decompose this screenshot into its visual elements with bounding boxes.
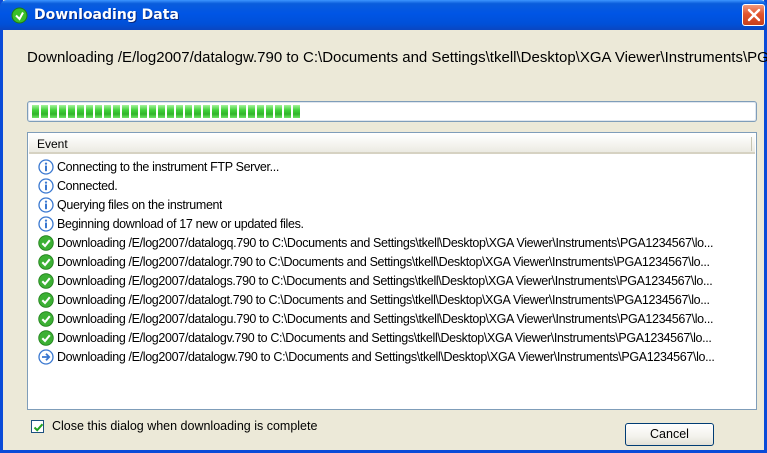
download-progress-bar <box>27 101 757 122</box>
progress-chunk <box>131 105 138 118</box>
check-icon <box>38 272 54 289</box>
progress-chunk <box>293 105 300 118</box>
progress-chunk <box>248 105 255 118</box>
download-app-icon <box>11 7 28 24</box>
event-row[interactable]: Querying files on the instrument <box>30 195 754 214</box>
check-icon <box>38 234 54 251</box>
progress-chunk <box>212 105 219 118</box>
close-when-complete-label: Close this dialog when downloading is co… <box>52 419 318 433</box>
event-list[interactable]: Event Connecting to the instrument FTP S… <box>27 132 757 410</box>
progress-chunk <box>77 105 84 118</box>
progress-fill <box>32 105 302 118</box>
info-icon <box>38 158 54 175</box>
close-when-complete-option[interactable]: Close this dialog when downloading is co… <box>31 419 317 433</box>
info-icon <box>38 196 54 213</box>
current-download-status: Downloading /E/log2007/datalogw.790 to C… <box>27 49 767 66</box>
download-dialog: Downloading Data Downloading /E/log2007/… <box>0 0 767 453</box>
event-text: Querying files on the instrument <box>57 197 223 212</box>
info-icon <box>38 177 54 194</box>
event-column-label: Event <box>37 137 68 151</box>
event-text: Downloading /E/log2007/datalogt.790 to C… <box>57 292 710 307</box>
progress-chunk <box>140 105 147 118</box>
progress-chunk <box>68 105 75 118</box>
progress-chunk <box>50 105 57 118</box>
close-when-complete-checkbox[interactable] <box>31 419 44 433</box>
progress-chunk <box>266 105 273 118</box>
event-row[interactable]: Downloading /E/log2007/datalogt.790 to C… <box>30 290 754 309</box>
event-row[interactable]: Downloading /E/log2007/datalogq.790 to C… <box>30 233 754 252</box>
title-bar[interactable]: Downloading Data <box>0 0 767 30</box>
check-icon <box>38 253 54 270</box>
info-icon <box>38 215 54 232</box>
progress-chunk <box>176 105 183 118</box>
event-text: Downloading /E/log2007/datalogq.790 to C… <box>57 235 714 250</box>
progress-chunk <box>167 105 174 118</box>
event-row[interactable]: Connecting to the instrument FTP Server.… <box>30 157 754 176</box>
progress-chunk <box>203 105 210 118</box>
event-rows: Connecting to the instrument FTP Server.… <box>30 157 754 366</box>
event-row[interactable]: Connected. <box>30 176 754 195</box>
event-text: Connected. <box>57 178 118 193</box>
progress-chunk <box>257 105 264 118</box>
close-icon <box>747 8 761 22</box>
column-divider <box>751 137 752 151</box>
arrow-right-icon <box>38 348 54 365</box>
event-text: Downloading /E/log2007/datalogs.790 to C… <box>57 273 713 288</box>
progress-chunk <box>221 105 228 118</box>
progress-chunk <box>41 105 48 118</box>
progress-chunk <box>113 105 120 118</box>
progress-chunk <box>59 105 66 118</box>
event-text: Downloading /E/log2007/datalogu.790 to C… <box>57 311 714 326</box>
event-text: Downloading /E/log2007/datalogv.790 to C… <box>57 330 712 345</box>
close-button[interactable] <box>742 4 765 26</box>
event-row[interactable]: Beginning download of 17 new or updated … <box>30 214 754 233</box>
progress-chunk <box>122 105 129 118</box>
progress-chunk <box>230 105 237 118</box>
event-row[interactable]: Downloading /E/log2007/datalogs.790 to C… <box>30 271 754 290</box>
progress-chunk <box>185 105 192 118</box>
check-icon <box>38 329 54 346</box>
event-row[interactable]: Downloading /E/log2007/datalogu.790 to C… <box>30 309 754 328</box>
event-text: Downloading /E/log2007/datalogr.790 to C… <box>57 254 710 269</box>
event-row[interactable]: Downloading /E/log2007/datalogv.790 to C… <box>30 328 754 347</box>
progress-chunk <box>284 105 291 118</box>
progress-chunk <box>239 105 246 118</box>
progress-chunk <box>158 105 165 118</box>
event-text: Connecting to the instrument FTP Server.… <box>57 159 279 174</box>
check-icon <box>38 310 54 327</box>
progress-chunk <box>194 105 201 118</box>
check-icon <box>38 291 54 308</box>
event-text: Downloading /E/log2007/datalogw.790 to C… <box>57 349 715 364</box>
window-title: Downloading Data <box>34 7 179 23</box>
progress-chunk <box>104 105 111 118</box>
progress-chunk <box>32 105 39 118</box>
cancel-button[interactable]: Cancel <box>625 423 714 446</box>
progress-chunk <box>275 105 282 118</box>
checkmark-icon <box>33 423 44 432</box>
event-row[interactable]: Downloading /E/log2007/datalogr.790 to C… <box>30 252 754 271</box>
event-text: Beginning download of 17 new or updated … <box>57 216 304 231</box>
event-column-header[interactable]: Event <box>29 134 755 154</box>
progress-chunk <box>86 105 93 118</box>
event-row[interactable]: Downloading /E/log2007/datalogw.790 to C… <box>30 347 754 366</box>
progress-chunk <box>149 105 156 118</box>
progress-chunk <box>95 105 102 118</box>
